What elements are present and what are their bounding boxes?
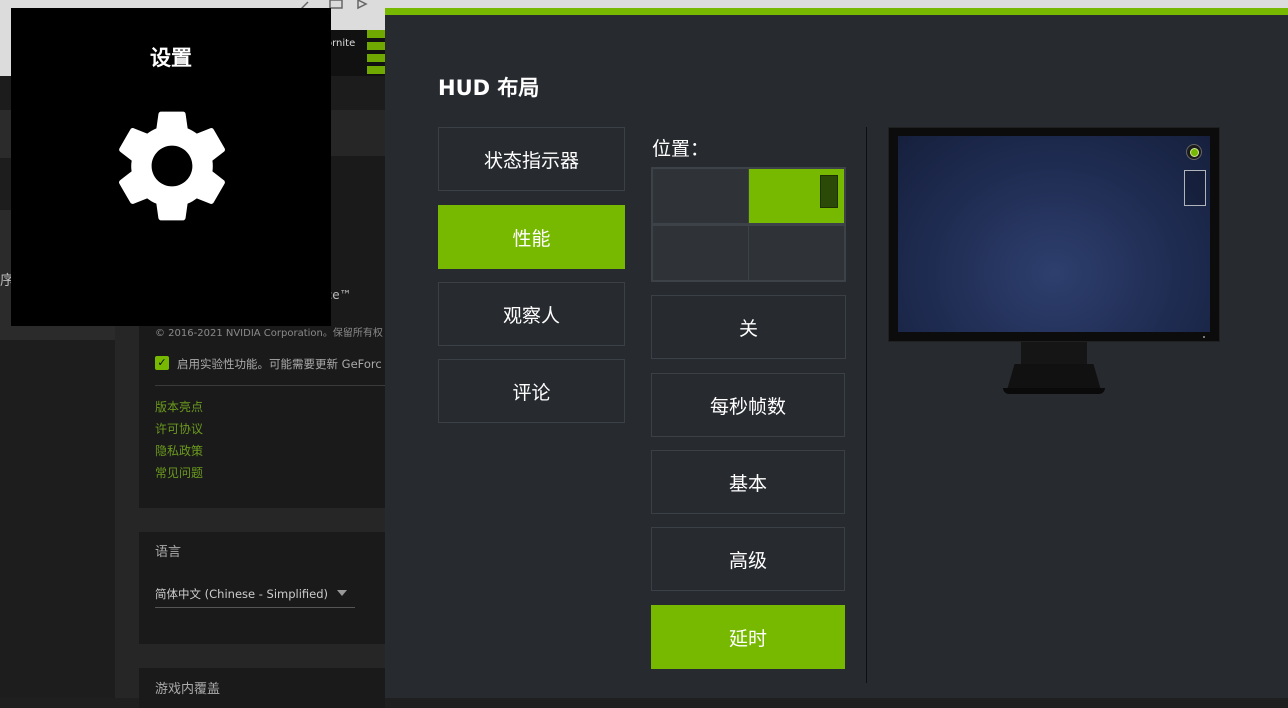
accent-bar [385,8,1288,15]
language-select[interactable]: 简体中文 (Chinese - Simplified) [155,586,328,602]
settings-tile[interactable]: 设置 [11,8,331,326]
experimental-label: 启用实验性功能。可能需要更新 GeForc [177,357,382,371]
option-latency[interactable]: 延时 [651,605,845,669]
monitor-stand-shadow [1003,388,1105,394]
divider [155,385,385,386]
select-underline [155,607,355,608]
status-dot [1189,147,1199,157]
position-bottom-left[interactable] [653,226,748,280]
category-performance[interactable]: 性能 [438,205,625,269]
category-status-indicator[interactable]: 状态指示器 [438,127,625,191]
status-indicator-icon [1186,144,1202,160]
option-fps[interactable]: 每秒帧数 [651,373,845,437]
position-top-right[interactable] [749,169,844,223]
hud-preview-box [1184,170,1206,206]
position-label: 位置： [652,138,710,160]
option-basic[interactable]: 基本 [651,450,845,514]
monitor-led [1203,336,1205,338]
panel-title: HUD 布局 [438,76,540,100]
position-top-left[interactable] [653,169,748,223]
vertical-divider [866,127,867,683]
monitor-preview [888,127,1220,342]
copyright-text: © 2016-2021 NVIDIA Corporation。保留所有权 [155,328,383,339]
link-faq[interactable]: 常见问题 [155,464,203,481]
experimental-checkbox[interactable]: ✓ [155,356,169,370]
position-grid [651,167,846,282]
option-advanced[interactable]: 高级 [651,527,845,591]
hud-layout-panel: HUD 布局 状态指示器 性能 观察人 评论 位置： 关 每秒帧数 基本 高级 … [385,8,1288,698]
category-viewers[interactable]: 观察人 [438,282,625,346]
monitor-neck [1021,342,1087,366]
option-off[interactable]: 关 [651,295,846,359]
position-marker [820,175,838,208]
language-title: 语言 [155,545,182,560]
monitor-stand [1007,364,1101,390]
link-privacy[interactable]: 隐私政策 [155,442,203,459]
monitor-screen [898,136,1210,332]
chevron-down-icon[interactable] [337,590,347,596]
link-release-highlights[interactable]: 版本亮点 [155,398,203,415]
gear-icon [119,111,225,221]
settings-tile-title: 设置 [150,46,192,70]
overlay-title: 游戏内覆盖 [155,682,221,697]
category-comments[interactable]: 评论 [438,359,625,423]
link-license[interactable]: 许可协议 [155,420,203,437]
game-thumbnail-bars [367,30,385,76]
position-bottom-right[interactable] [749,226,844,280]
